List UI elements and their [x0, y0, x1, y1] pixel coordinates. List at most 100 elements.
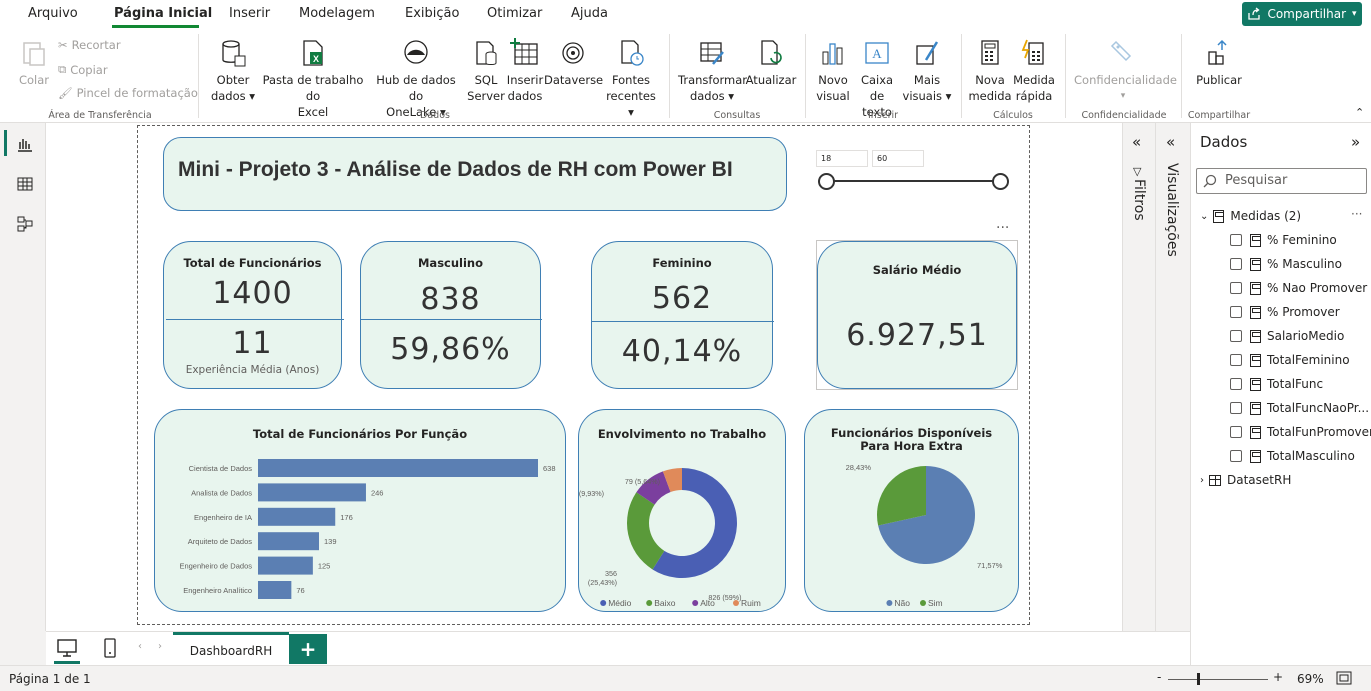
calculator-icon — [981, 40, 999, 65]
quick-measure-button[interactable]: Medida rápida — [1012, 38, 1056, 104]
expand-visualizations-icon[interactable]: « — [1166, 133, 1175, 151]
checkbox[interactable] — [1230, 426, 1242, 438]
transform-data-icon — [700, 42, 724, 65]
new-visual-button[interactable]: Novo visual — [813, 38, 853, 104]
fit-to-page-icon[interactable] — [1336, 671, 1352, 685]
measure-item[interactable]: % Feminino — [1230, 231, 1337, 249]
checkbox[interactable] — [1230, 402, 1242, 414]
expand-filters-icon[interactable]: « — [1132, 133, 1141, 151]
new-measure-button[interactable]: Nova medida — [968, 38, 1012, 104]
publish-button[interactable]: Publicar — [1191, 38, 1247, 88]
bar — [258, 507, 336, 526]
visualizations-pane[interactable]: « Visualizações — [1155, 123, 1190, 631]
checkbox[interactable] — [1230, 234, 1242, 246]
excel-workbook-button[interactable]: X Pasta de trabalho do Excel — [255, 38, 371, 120]
measure-item[interactable]: TotalMasculino — [1230, 447, 1355, 465]
slicer-max-handle[interactable] — [992, 173, 1009, 190]
menu-inserir[interactable]: Inserir — [229, 6, 270, 21]
sql-server-button[interactable]: SQL Server — [464, 38, 508, 104]
menu-pagina-inicial[interactable]: Página Inicial — [114, 6, 212, 21]
dataverse-icon — [562, 42, 584, 64]
measures-folder[interactable]: ⌄ Medidas (2) — [1200, 207, 1301, 225]
next-page-icon[interactable]: › — [158, 641, 162, 652]
bar-chart-card[interactable]: Total de Funcionários Por Função Cientis… — [154, 409, 566, 612]
checkbox[interactable] — [1230, 258, 1242, 270]
table-view-icon[interactable] — [16, 175, 34, 193]
table-datasetrh[interactable]: › DatasetRH — [1200, 471, 1291, 489]
checkbox[interactable] — [1230, 378, 1242, 390]
checkbox[interactable] — [1230, 306, 1242, 318]
cut-button[interactable]: ✂ Recortar — [58, 38, 121, 52]
menu-ajuda[interactable]: Ajuda — [571, 6, 608, 21]
bar-category-label: Arquiteto de Dados — [188, 537, 252, 546]
prev-page-icon[interactable]: ‹ — [138, 641, 142, 652]
kpi-total-card[interactable]: Total de Funcionários 1400 11 Experiênci… — [163, 241, 344, 389]
format-painter-button[interactable]: 🖌 Pincel de formatação — [58, 86, 198, 100]
paste-button[interactable]: Colar — [16, 38, 52, 88]
textbox-button[interactable]: A Caixa de texto — [853, 38, 901, 120]
kpi-salary-card[interactable]: Salário Médio 6.927,51 — [817, 241, 1017, 389]
get-data-button[interactable]: Obter dados ▾ — [206, 38, 260, 104]
zoom-out-button[interactable]: - — [1157, 670, 1161, 684]
filters-pane[interactable]: « ▽ Filtros — [1122, 123, 1155, 631]
measure-item[interactable]: TotalFunc — [1230, 375, 1323, 393]
report-view-icon[interactable] — [16, 135, 34, 153]
pie-chart-card[interactable]: Funcionários Disponíveis Para Hora Extra… — [804, 409, 1019, 612]
more-options-icon[interactable]: ... — [996, 216, 1009, 232]
slicer-max-input[interactable]: 60 — [872, 150, 924, 167]
onelake-hub-button[interactable]: Hub de dados do OneLake ▾ — [368, 38, 464, 120]
transform-data-button[interactable]: Transformar dados ▾ — [678, 38, 747, 104]
page-tab-dashboardrh[interactable]: DashboardRH — [173, 632, 289, 666]
kpi-female-card[interactable]: Feminino 562 40,14% — [591, 241, 774, 389]
more-visuals-button[interactable]: Mais visuais ▾ — [900, 38, 954, 104]
menu-modelagem[interactable]: Modelagem — [299, 6, 375, 21]
zoom-slider-thumb[interactable] — [1197, 673, 1200, 685]
checkbox[interactable] — [1230, 354, 1242, 366]
measure-item[interactable]: TotalFeminino — [1230, 351, 1350, 369]
add-page-button[interactable]: + — [289, 634, 327, 664]
measure-item[interactable]: TotalFunPromover — [1230, 423, 1371, 441]
donut-chart-plot: 826 (59%)356(25,43%)139 (9,93%)79 (5,64%… — [579, 468, 761, 608]
measure-item[interactable]: TotalFuncNaoPr... — [1230, 399, 1369, 417]
dataverse-button[interactable]: Dataverse — [544, 38, 603, 88]
copy-button[interactable]: ⧉ Copiar — [58, 62, 108, 77]
ribbon: Colar ✂ Recortar ⧉ Copiar 🖌 Pincel de forma… — [0, 28, 1371, 123]
sensitivity-icon — [1110, 40, 1132, 62]
model-view-icon[interactable] — [16, 215, 34, 233]
more-options-icon[interactable]: ··· — [1351, 207, 1362, 221]
group-separator — [961, 34, 962, 118]
visualizations-label: Visualizações — [1164, 163, 1180, 257]
measure-item[interactable]: % Promover — [1230, 303, 1340, 321]
desktop-layout-icon[interactable] — [56, 638, 78, 658]
enter-data-button[interactable]: Inserir dados — [505, 38, 545, 104]
menu-arquivo[interactable]: Arquivo — [28, 6, 78, 21]
slicer-min-input[interactable]: 18 — [816, 150, 868, 167]
group-separator — [198, 34, 199, 118]
zoom-in-button[interactable]: + — [1273, 670, 1283, 684]
legend-label: Sim — [928, 598, 943, 608]
share-button[interactable]: Compartilhar ▾ — [1242, 2, 1362, 26]
slicer-min-handle[interactable] — [818, 173, 835, 190]
search-input[interactable]: Pesquisar — [1196, 168, 1367, 194]
checkbox[interactable] — [1230, 330, 1242, 342]
refresh-button[interactable]: Atualizar — [745, 38, 797, 88]
sensitivity-button[interactable]: Confidencialidade ▾ — [1074, 38, 1177, 104]
kpi-male-card[interactable]: Masculino 838 59,86% — [360, 241, 542, 389]
mobile-layout-icon[interactable] — [103, 637, 117, 659]
collapse-data-pane-icon[interactable]: » — [1351, 133, 1360, 151]
collapse-ribbon-icon[interactable]: ⌃ — [1355, 106, 1364, 119]
measure-item[interactable]: % Masculino — [1230, 255, 1342, 273]
divider-line — [592, 321, 774, 322]
menu-otimizar[interactable]: Otimizar — [487, 6, 542, 21]
measure-item[interactable]: SalarioMedio — [1230, 327, 1344, 345]
donut-data-label: 139 (9,93%) — [579, 489, 604, 498]
bar-data-label: 246 — [371, 488, 384, 497]
measure-item[interactable]: % Nao Promover — [1230, 279, 1367, 297]
recent-sources-button[interactable]: Fontes recentes ▾ — [602, 38, 660, 120]
checkbox[interactable] — [1230, 282, 1242, 294]
checkbox[interactable] — [1230, 450, 1242, 462]
donut-chart-card[interactable]: Envolvimento no Trabalho 826 (59%) 356 (25… — [578, 409, 786, 612]
menu-exibicao[interactable]: Exibição — [405, 6, 459, 21]
chevron-right-icon: › — [1200, 474, 1204, 486]
title-card[interactable]: Mini - Projeto 3 - Análise de Dados de R… — [163, 137, 787, 211]
